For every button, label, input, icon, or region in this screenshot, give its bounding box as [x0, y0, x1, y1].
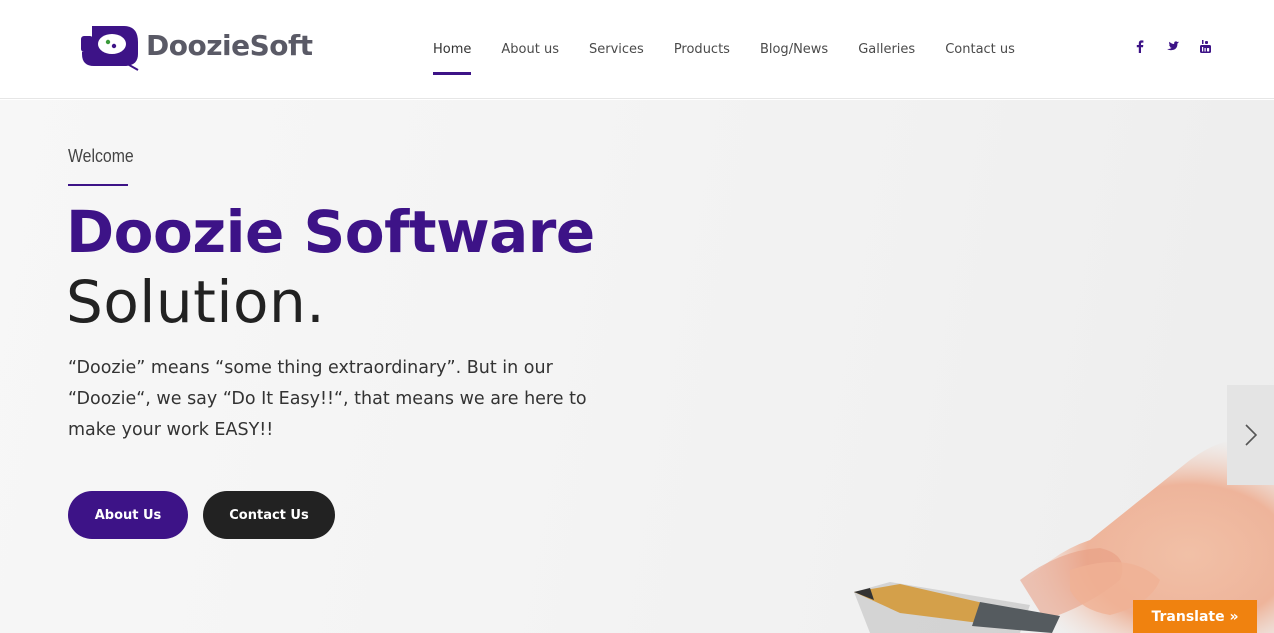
nav-item-products[interactable]: Products [674, 0, 730, 99]
youtube-icon[interactable] [1199, 40, 1212, 53]
nav-item-services[interactable]: Services [589, 0, 644, 99]
nav-item-contact-us[interactable]: Contact us [945, 0, 1015, 99]
chevron-right-icon [1244, 424, 1257, 446]
brand-logo[interactable]: DoozieSoft [78, 20, 313, 76]
site-header: DoozieSoft Home About us Services Produc… [0, 0, 1274, 99]
hero-eyebrow: Welcome [68, 146, 134, 166]
nav-item-home[interactable]: Home [433, 0, 472, 99]
slider-next-button[interactable] [1227, 385, 1274, 485]
facebook-icon[interactable] [1133, 40, 1146, 53]
main-nav: Home About us Services Products Blog/New… [433, 0, 1045, 99]
eyebrow-underline [68, 184, 128, 186]
hero-subtitle: Solution. [66, 268, 326, 336]
social-links [1133, 40, 1212, 53]
twitter-icon[interactable] [1166, 40, 1179, 53]
hero-description: “Doozie” means “some thing extraordinary… [68, 358, 587, 440]
brand-name: DoozieSoft [146, 28, 313, 62]
hero-slider: Welcome Doozie Software Solution. “Doozi… [0, 100, 1274, 633]
nav-item-about-us[interactable]: About us [501, 0, 559, 99]
nav-item-galleries[interactable]: Galleries [858, 0, 915, 99]
translate-button[interactable]: Translate » [1133, 600, 1257, 633]
about-us-button[interactable]: About Us [68, 491, 188, 539]
hero-title: Doozie Software [66, 198, 595, 266]
doozie-logo-icon [78, 22, 142, 74]
nav-item-blog-news[interactable]: Blog/News [760, 0, 828, 99]
contact-us-button[interactable]: Contact Us [203, 491, 335, 539]
